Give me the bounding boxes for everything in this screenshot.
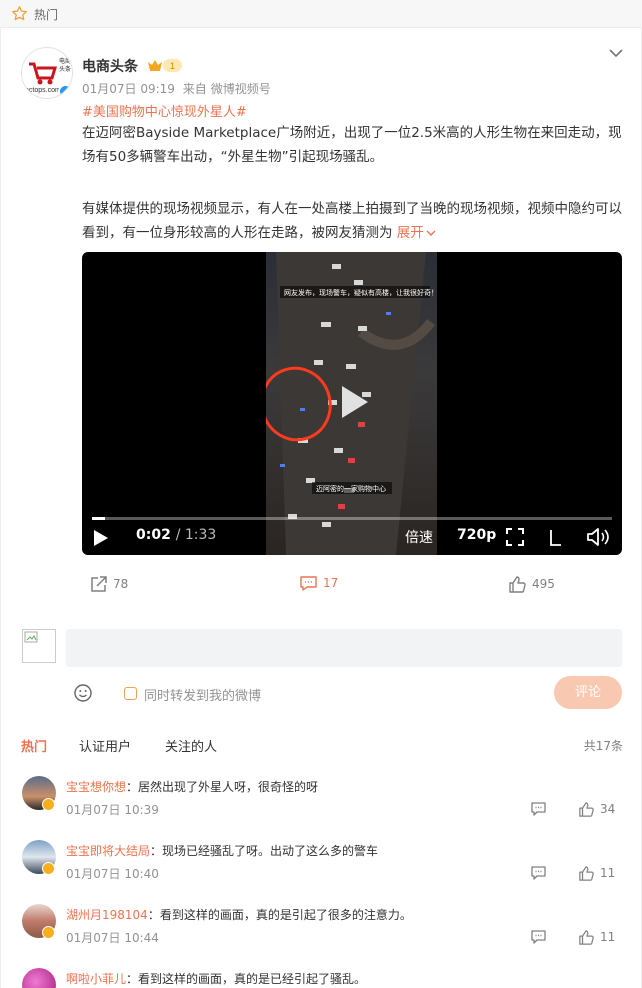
comment-total: 共17条	[583, 739, 623, 753]
video-duration: / 1:33	[175, 527, 217, 543]
video-overlay-bottom-text: 迈阿密的一家购物中心	[316, 484, 386, 493]
repost-button[interactable]: 78	[90, 576, 128, 593]
comment-count: 17	[323, 576, 339, 590]
volume-icon[interactable]	[587, 528, 609, 546]
comment-text: 湖州月198104：看到这样的画面，真的是引起了很多的注意力。	[66, 906, 412, 923]
repost-checkbox[interactable]	[124, 687, 137, 700]
expand-link[interactable]: 展开	[397, 225, 436, 241]
top-bar: 热门	[0, 0, 642, 28]
broken-image-icon	[24, 631, 38, 643]
reply-icon[interactable]	[531, 866, 546, 880]
verified-badge-icon	[42, 926, 55, 939]
comment-like-button[interactable]: 11	[579, 930, 615, 945]
like-icon	[509, 576, 526, 593]
comment-body: ：看到这样的画面，真的是已经引起了骚乱。	[126, 972, 367, 986]
commenter-name[interactable]: 湖州月198104	[66, 908, 148, 922]
expand-chevron-icon	[426, 230, 436, 236]
comment-like-button[interactable]: 34	[579, 802, 615, 817]
emoji-icon[interactable]	[74, 684, 92, 702]
repost-checkbox-label[interactable]: 同时转发到我的微博	[144, 685, 261, 704]
commenter-name[interactable]: 啊啦小菲儿	[66, 972, 126, 986]
speed-button[interactable]: 倍速	[405, 527, 433, 547]
comment-time: 01月07日 10:44	[66, 931, 159, 945]
like-icon	[579, 930, 594, 945]
comment-time: 01月07日 10:40	[66, 867, 159, 881]
fullscreen-icon[interactable]	[506, 528, 524, 546]
page-title: 热门	[34, 8, 59, 22]
author-avatar[interactable]: 电商 头条 ectops.com	[21, 47, 73, 99]
comment-item: 湖州月198104：看到这样的画面，真的是引起了很多的注意力。 01月07日 1…	[1, 904, 642, 968]
verified-badge-icon	[42, 862, 55, 875]
comment-text: 宝宝即将大结局：现场已经骚乱了呀。出动了这么多的警车	[66, 842, 378, 859]
author-name[interactable]: 电商头条	[82, 56, 138, 76]
post-meta: 01月07日 09:19 来自 微博视频号	[82, 80, 275, 97]
post-paragraph-2-text: 有媒体提供的现场视频显示，有人在一处高楼上拍摄到了当晚的现场视频，视频中隐约可以…	[82, 201, 622, 241]
post-time[interactable]: 01月07日 09:19	[82, 82, 175, 96]
level-number: 1	[170, 61, 175, 71]
comment-like-button[interactable]: 11	[579, 866, 615, 881]
comment-text: 啊啦小菲儿：看到这样的画面，真的是已经引起了骚乱。	[66, 970, 366, 987]
reply-icon[interactable]	[531, 802, 546, 816]
verified-badge-icon	[58, 84, 72, 98]
comment-input[interactable]	[66, 629, 622, 667]
comment-body: ：现场已经骚乱了呀。出动了这么多的警车	[150, 844, 379, 858]
post-paragraph-1: 在迈阿密Bayside Marketplace广场附近，出现了一位2.5米高的人…	[82, 125, 622, 165]
commenter-avatar[interactable]	[22, 968, 56, 988]
comment-item: 啊啦小菲儿：看到这样的画面，真的是已经引起了骚乱。	[1, 968, 642, 988]
commenter-name[interactable]: 宝宝想你想	[66, 780, 126, 794]
tab-verified-users[interactable]: 认证用户	[79, 736, 131, 755]
current-user-avatar[interactable]	[22, 629, 56, 663]
repost-count: 78	[113, 577, 129, 591]
video-overlay-top-text: 网友发布，现场警车，疑似有高楼，让我很好奇！	[284, 288, 437, 297]
post-card: 电商 头条 ectops.com 电商头条 1 01月07日 09:19 来自微…	[0, 28, 642, 988]
avatar-logo-line-2: 头条	[59, 65, 71, 73]
reply-icon[interactable]	[531, 930, 546, 944]
tab-following[interactable]: 关注的人	[165, 736, 217, 755]
source-prefix: 来自	[182, 82, 207, 96]
play-icon[interactable]	[92, 528, 110, 548]
video-progress-bar[interactable]	[92, 517, 612, 520]
video-current-time: 0:02	[136, 527, 171, 543]
mini-window-icon[interactable]	[550, 528, 562, 546]
comment-button[interactable]: 17	[300, 576, 338, 591]
submit-comment-button[interactable]: 评论	[554, 676, 622, 709]
comment-like-count: 34	[600, 802, 616, 816]
comment-item: 宝宝想你想：居然出现了外星人呀，很奇怪的呀 01月07日 10:39 34	[1, 776, 642, 840]
comment-like-count: 11	[600, 866, 616, 880]
comment-item: 宝宝即将大结局：现场已经骚乱了呀。出动了这么多的警车 01月07日 10:40 …	[1, 840, 642, 904]
like-icon	[579, 866, 594, 881]
avatar-domain-text: ectops.com	[25, 87, 61, 94]
chevron-down-icon[interactable]	[609, 48, 623, 58]
video-player[interactable]: 网友发布，现场警车，疑似有高楼，让我很好奇！ 迈阿密的一家购物中心 0:02 /…	[82, 252, 622, 555]
play-overlay-icon[interactable]	[334, 382, 374, 422]
comment-icon	[300, 576, 317, 591]
crown-level-badge-icon[interactable]: 1	[146, 58, 184, 73]
video-progress-fill	[92, 517, 105, 520]
quality-button[interactable]: 720p	[457, 527, 496, 543]
commenter-name[interactable]: 宝宝即将大结局	[66, 844, 150, 858]
verified-badge-icon	[42, 798, 55, 811]
comment-text: 宝宝想你想：居然出现了外星人呀，很奇怪的呀	[66, 778, 318, 795]
comment-body: ：看到这样的画面，真的是引起了很多的注意力。	[147, 908, 412, 922]
tab-hot[interactable]: 热门	[21, 736, 47, 755]
like-count: 495	[532, 577, 555, 591]
post-paragraph-2: 有媒体提供的现场视频显示，有人在一处高楼上拍摄到了当晚的现场视频，视频中隐约可以…	[82, 197, 630, 245]
comment-time: 01月07日 10:39	[66, 803, 159, 817]
avatar-logo-line-1: 电商	[59, 57, 71, 65]
post-actions: 78 17 495	[1, 568, 642, 602]
star-icon	[12, 6, 27, 21]
comment-body: ：居然出现了外星人呀，很奇怪的呀	[126, 780, 319, 794]
hashtag-link[interactable]: #美国购物中心惊现外星人#	[82, 101, 247, 120]
like-button[interactable]: 495	[509, 576, 555, 593]
share-icon	[91, 576, 107, 592]
expand-label: 展开	[396, 225, 424, 241]
video-time: 0:02 / 1:33	[136, 527, 216, 543]
comment-filter-tabs: 热门 认证用户 关注的人 共17条	[1, 732, 642, 762]
like-icon	[579, 802, 594, 817]
post-source[interactable]: 微博视频号	[211, 82, 271, 96]
comment-like-count: 11	[600, 930, 616, 944]
